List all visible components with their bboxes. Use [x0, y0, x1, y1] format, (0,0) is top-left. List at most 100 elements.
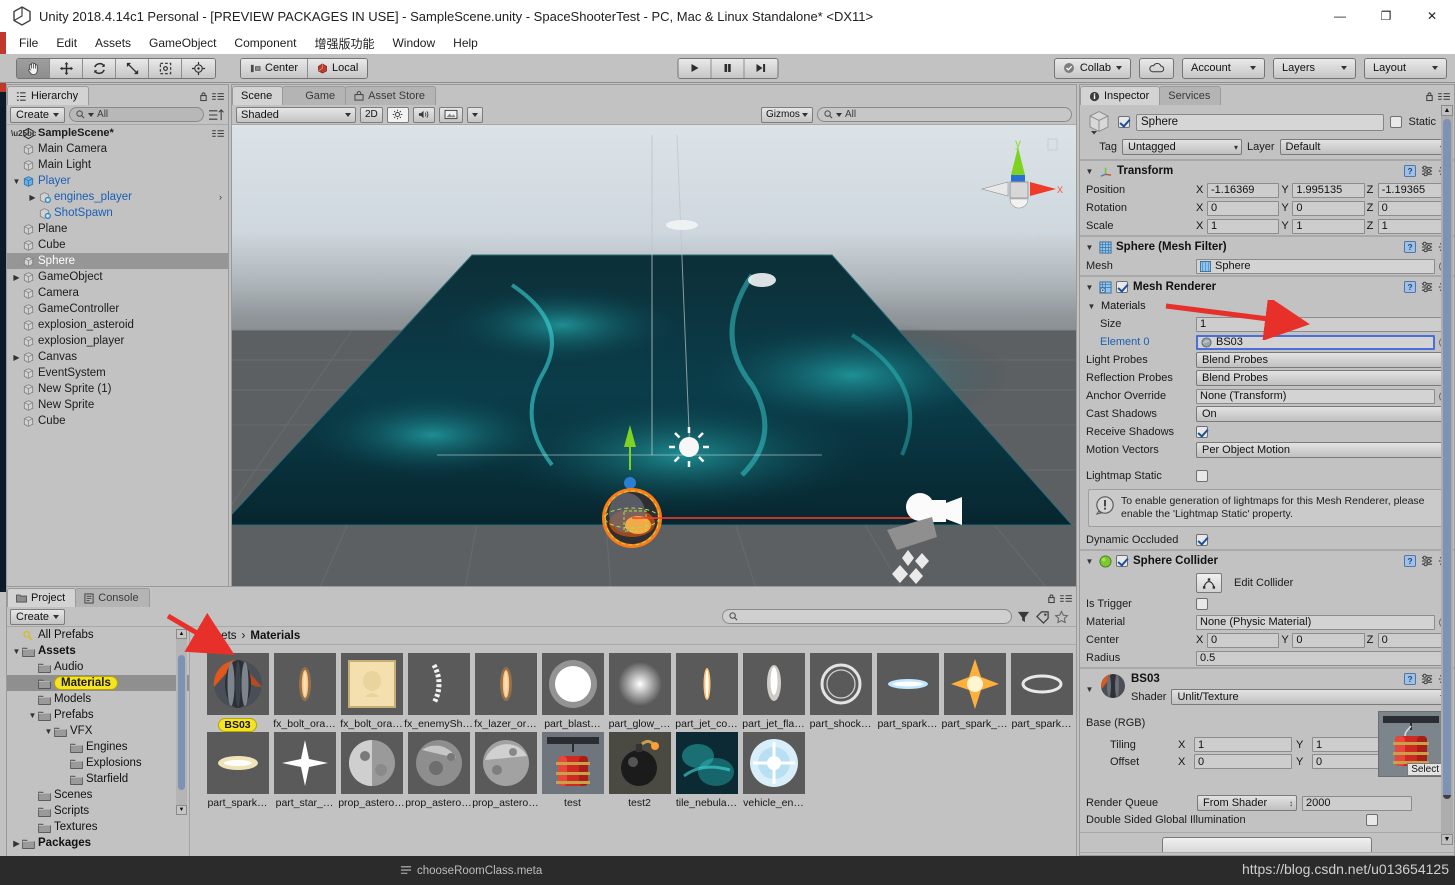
- chevron-down-icon[interactable]: ▼: [1084, 283, 1095, 292]
- toggle-2d-button[interactable]: 2D: [360, 106, 383, 123]
- tab-hierarchy[interactable]: Hierarchy: [7, 86, 90, 105]
- scale-tool-icon[interactable]: [116, 58, 149, 78]
- asset-item[interactable]: part_spark…: [1008, 653, 1075, 732]
- panel-menu-icon[interactable]: [1060, 594, 1072, 603]
- tag-dropdown[interactable]: Untagged ▾: [1122, 139, 1242, 155]
- tab-asset-store[interactable]: Asset Store: [345, 86, 437, 105]
- asset-thumbnail[interactable]: [608, 653, 671, 715]
- tree-scroll-thumb[interactable]: [178, 655, 185, 790]
- asset-thumbnail[interactable]: [206, 653, 269, 715]
- menu-gameobject[interactable]: GameObject: [140, 34, 225, 52]
- project-tree-item-scripts[interactable]: Scripts: [7, 803, 189, 819]
- collider-radius-field[interactable]: 0.5: [1196, 650, 1450, 666]
- filter-type-icon[interactable]: [1016, 610, 1031, 624]
- asset-item[interactable]: part_jet_co…: [673, 653, 740, 732]
- receive-shadows-checkbox[interactable]: [1196, 426, 1208, 438]
- chevron-down-icon[interactable]: ▼: [27, 711, 38, 720]
- hierarchy-item-plane[interactable]: Plane: [7, 221, 228, 237]
- inspector-scroll-thumb[interactable]: [1443, 119, 1451, 799]
- hand-tool-icon[interactable]: [17, 58, 50, 78]
- scene-effects-toggle[interactable]: [438, 106, 463, 123]
- rotation-x-field[interactable]: 0: [1207, 200, 1280, 216]
- scale-z-field[interactable]: 1: [1377, 218, 1450, 234]
- project-tree-item-starfield[interactable]: Starfield: [7, 771, 189, 787]
- help-icon[interactable]: ?: [1404, 673, 1416, 686]
- project-tree-scrollbar[interactable]: ▲ ▼: [176, 629, 187, 815]
- scale-y-field[interactable]: 1: [1292, 218, 1365, 234]
- position-z-field[interactable]: -1.19365: [1377, 182, 1450, 198]
- motion-vectors-dropdown[interactable]: Per Object Motion↕: [1196, 442, 1450, 458]
- hierarchy-item-sphere[interactable]: Sphere: [7, 253, 228, 269]
- dynamic-occluded-checkbox[interactable]: [1196, 534, 1208, 547]
- hierarchy-item-camera[interactable]: Camera: [7, 285, 228, 301]
- menu-component[interactable]: Component: [225, 34, 305, 52]
- shading-mode-dropdown[interactable]: Shaded: [236, 106, 356, 123]
- object-active-checkbox[interactable]: [1118, 116, 1130, 128]
- asset-thumbnail[interactable]: [407, 653, 470, 715]
- asset-thumbnail[interactable]: [206, 732, 269, 794]
- asset-item[interactable]: part_blast…: [539, 653, 606, 732]
- panel-menu-icon[interactable]: [212, 92, 224, 101]
- asset-thumbnail[interactable]: [608, 732, 671, 794]
- asset-thumbnail[interactable]: [541, 732, 604, 794]
- asset-thumbnail[interactable]: [742, 732, 805, 794]
- dsgi-checkbox[interactable]: [1366, 814, 1378, 827]
- offset-x-field[interactable]: 0: [1194, 754, 1292, 770]
- chevron-down-icon[interactable]: ▼: [1084, 557, 1095, 566]
- scene-audio-toggle[interactable]: [412, 106, 435, 123]
- hierarchy-item-eventsystem[interactable]: EventSystem: [7, 365, 228, 381]
- scroll-up-button[interactable]: ▲: [1441, 105, 1453, 116]
- lock-icon[interactable]: [1425, 91, 1434, 102]
- project-tree-item-models[interactable]: Models: [7, 691, 189, 707]
- scene-menu-icon[interactable]: [212, 129, 224, 138]
- position-y-field[interactable]: 1.995135: [1292, 182, 1365, 198]
- tab-console[interactable]: Console: [75, 588, 150, 607]
- menu-file[interactable]: File: [10, 34, 47, 52]
- asset-thumbnail[interactable]: [541, 653, 604, 715]
- collider-material-field[interactable]: None (Physic Material): [1196, 614, 1435, 630]
- project-folder-tree[interactable]: All Prefabs ▼ Assets Audio Materials Models ▼ P…: [7, 627, 190, 857]
- asset-item[interactable]: prop_astero…: [405, 732, 472, 809]
- asset-item[interactable]: part_shock…: [807, 653, 874, 732]
- account-button[interactable]: Account: [1182, 57, 1265, 79]
- pause-button[interactable]: [711, 58, 744, 78]
- hierarchy-search-input[interactable]: All: [69, 107, 204, 122]
- asset-thumbnail[interactable]: [407, 732, 470, 794]
- anchor-override-field[interactable]: None (Transform): [1196, 388, 1435, 404]
- hierarchy-item-cube[interactable]: Cube: [7, 237, 228, 253]
- sphere-collider-enabled-checkbox[interactable]: [1116, 555, 1128, 568]
- project-tree-item-explosions[interactable]: Explosions: [7, 755, 189, 771]
- asset-item[interactable]: part_jet_fla…: [740, 653, 807, 732]
- position-x-field[interactable]: -1.16369: [1207, 182, 1280, 198]
- preset-icon[interactable]: [1421, 241, 1433, 253]
- gizmos-dropdown[interactable]: Gizmos: [761, 106, 813, 123]
- asset-thumbnail[interactable]: [742, 653, 805, 715]
- breadcrumb-assets[interactable]: Assets: [202, 630, 237, 642]
- materials-foldout-row[interactable]: ▼ Materials: [1080, 297, 1454, 315]
- asset-item[interactable]: fx_enemySh…: [404, 653, 473, 732]
- asset-item[interactable]: fx_bolt_ora…: [338, 653, 405, 732]
- help-icon[interactable]: ?: [1404, 555, 1416, 568]
- tab-inspector[interactable]: Inspector: [1080, 86, 1161, 105]
- maximize-button[interactable]: ❐: [1363, 0, 1409, 32]
- asset-item[interactable]: prop_astero…: [338, 732, 405, 809]
- hierarchy-item-explosion-player[interactable]: explosion_player: [7, 333, 228, 349]
- asset-thumbnail[interactable]: [876, 653, 939, 715]
- layer-dropdown[interactable]: Default▾: [1279, 139, 1448, 155]
- asset-item[interactable]: prop_astero…: [472, 732, 539, 809]
- preset-icon[interactable]: [1421, 673, 1433, 685]
- project-search-input[interactable]: [722, 609, 1012, 624]
- status-bar[interactable]: chooseRoomClass.meta: [0, 856, 1455, 885]
- asset-thumbnail[interactable]: [273, 653, 336, 715]
- filter-label-icon[interactable]: [1035, 610, 1050, 624]
- hierarchy-item-cube[interactable]: Cube: [7, 413, 228, 429]
- help-icon[interactable]: ?: [1404, 281, 1416, 293]
- add-component-button[interactable]: [1162, 837, 1372, 853]
- hierarchy-list[interactable]: Main Camera Main Light ▼ Player ▶ engines_pla…: [7, 141, 228, 601]
- element0-object-field[interactable]: BS03: [1196, 334, 1435, 350]
- project-tree-item-engines[interactable]: Engines: [7, 739, 189, 755]
- scene-orientation-gizmo[interactable]: y x: [970, 136, 1066, 233]
- asset-thumbnail[interactable]: [809, 653, 872, 715]
- close-button[interactable]: ✕: [1409, 0, 1455, 32]
- project-tree-item-packages[interactable]: ▶ Packages: [7, 835, 189, 851]
